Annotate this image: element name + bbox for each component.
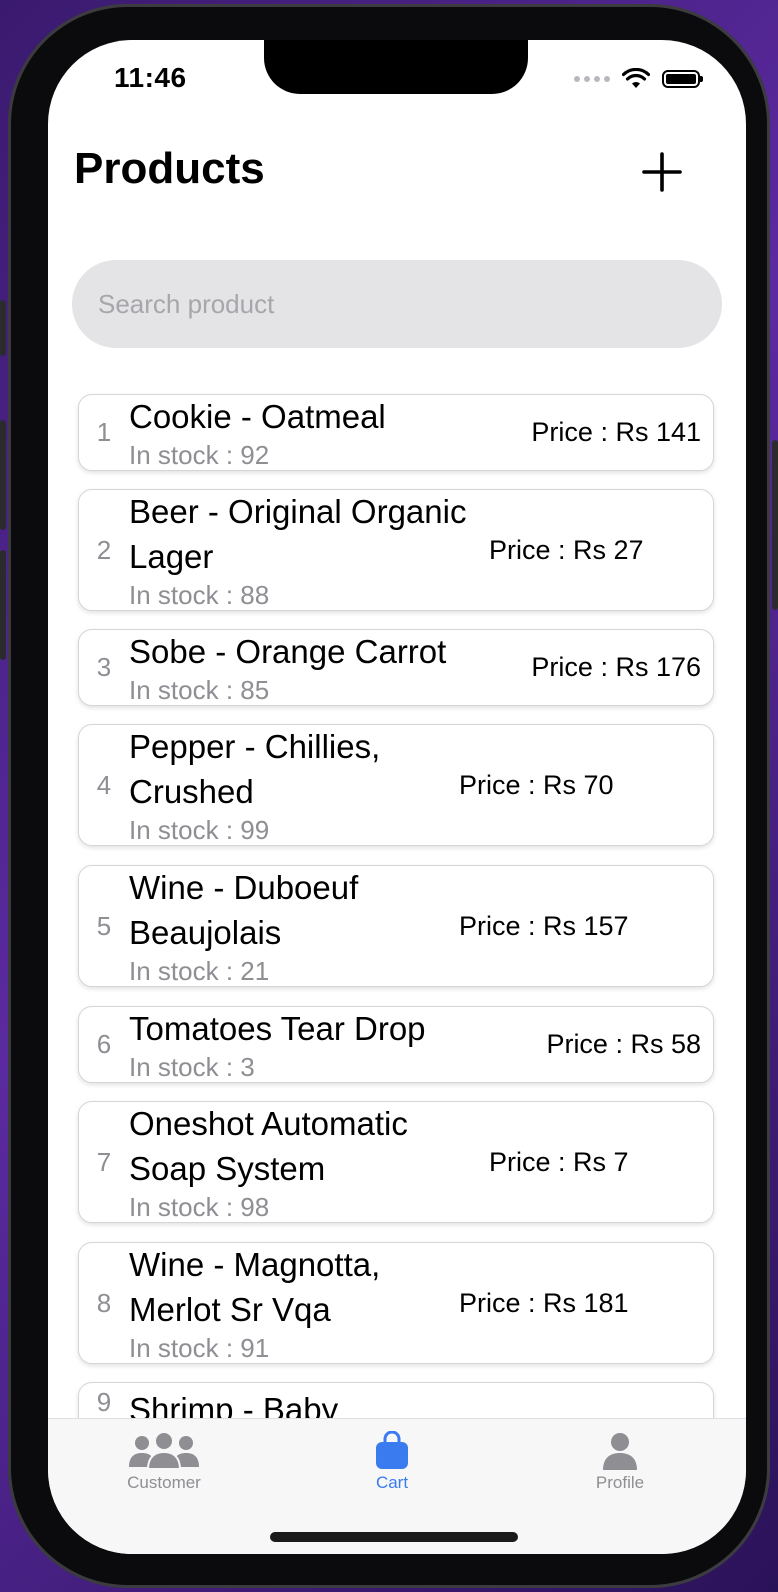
product-price: Price : Rs 141 — [531, 417, 701, 447]
product-price: Price : Rs 70 — [459, 769, 614, 800]
product-index: 6 — [96, 1029, 112, 1059]
cellular-signal-icon — [574, 76, 610, 82]
product-name: Sobe - Orange Carrot — [129, 633, 447, 670]
product-index: 9 — [96, 1387, 112, 1417]
status-icons — [574, 68, 703, 90]
status-time: 11:46 — [114, 62, 187, 93]
search-field[interactable] — [72, 260, 722, 348]
app-screen: 11:46 Products 1 Cooki — [48, 40, 746, 1554]
product-info: Oneshot Automatic Soap System In stock :… — [129, 1101, 489, 1223]
search-input[interactable] — [72, 260, 722, 348]
product-info: Beer - Original Organic Lager In stock :… — [129, 489, 489, 611]
product-price: Price : Rs 181 — [459, 1287, 629, 1318]
home-indicator[interactable] — [270, 1532, 518, 1542]
plus-icon — [642, 152, 682, 192]
notch — [264, 40, 528, 94]
bag-icon — [376, 1431, 408, 1469]
product-stock: In stock : 98 — [129, 1192, 270, 1222]
product-name: Wine - Magnotta, Merlot Sr Vqa — [129, 1246, 381, 1328]
add-product-button[interactable] — [636, 146, 688, 198]
product-name: Tomatoes Tear Drop — [129, 1010, 426, 1047]
product-stock: In stock : 91 — [129, 1333, 270, 1363]
tab-label: Cart — [375, 1473, 409, 1492]
side-button — [0, 300, 6, 356]
product-index: 1 — [96, 417, 112, 447]
product-info: Tomatoes Tear Drop In stock : 3 — [129, 1006, 546, 1083]
page-title: Products — [74, 144, 265, 193]
product-stock: In stock : 99 — [129, 815, 270, 845]
product-card[interactable]: 2 Beer - Original Organic Lager In stock… — [78, 489, 714, 611]
side-button — [0, 550, 6, 660]
product-price: Price : Rs 7 — [489, 1146, 629, 1177]
product-card[interactable]: 3 Sobe - Orange Carrot In stock : 85 Pri… — [78, 629, 714, 706]
product-index: 2 — [96, 534, 112, 565]
product-name: Cookie - Oatmeal — [129, 398, 386, 435]
person-icon — [603, 1433, 637, 1470]
product-name: Oneshot Automatic Soap System — [129, 1105, 408, 1187]
product-index: 4 — [96, 769, 112, 800]
product-index: 8 — [96, 1287, 112, 1318]
product-stock: In stock : 92 — [129, 440, 270, 470]
product-info: Pepper - Chillies, Crushed In stock : 99 — [129, 724, 459, 846]
product-card[interactable]: 7 Oneshot Automatic Soap System In stock… — [78, 1101, 714, 1223]
tab-profile[interactable]: Profile — [550, 1431, 690, 1493]
tab-label: Profile — [595, 1473, 645, 1492]
product-stock: In stock : 3 — [129, 1052, 255, 1082]
product-name: Pepper - Chillies, Crushed — [129, 728, 381, 810]
side-button — [0, 420, 6, 530]
product-price: Price : Rs 176 — [531, 652, 701, 682]
side-button — [772, 440, 778, 610]
people-icon — [129, 1431, 199, 1470]
product-price: Price : Rs 157 — [459, 910, 629, 941]
product-info: Wine - Duboeuf Beaujolais In stock : 21 — [129, 865, 459, 987]
product-info: Sobe - Orange Carrot In stock : 85 — [129, 629, 531, 706]
product-card[interactable]: 8 Wine - Magnotta, Merlot Sr Vqa In stoc… — [78, 1242, 714, 1364]
product-stock: In stock : 21 — [129, 956, 270, 986]
product-info: Cookie - Oatmeal In stock : 92 — [129, 394, 531, 471]
product-stock: In stock : 88 — [129, 580, 270, 610]
product-card[interactable]: 6 Tomatoes Tear Drop In stock : 3 Price … — [78, 1006, 714, 1083]
product-card[interactable]: 4 Pepper - Chillies, Crushed In stock : … — [78, 724, 714, 846]
product-index: 5 — [96, 910, 112, 941]
product-card[interactable]: 5 Wine - Duboeuf Beaujolais In stock : 2… — [78, 865, 714, 987]
tab-cart[interactable]: Cart — [322, 1431, 462, 1493]
phone-frame: 11:46 Products 1 Cooki — [8, 4, 770, 1588]
product-stock: In stock : 85 — [129, 675, 270, 705]
product-card[interactable]: 1 Cookie - Oatmeal In stock : 92 Price :… — [78, 394, 714, 471]
product-name: Beer - Original Organic Lager — [129, 493, 467, 575]
tab-label: Customer — [127, 1473, 201, 1492]
product-index: 3 — [96, 652, 112, 682]
product-info: Wine - Magnotta, Merlot Sr Vqa In stock … — [129, 1242, 459, 1364]
wifi-icon — [622, 68, 650, 88]
product-index: 7 — [96, 1146, 112, 1177]
tab-customer[interactable]: Customer — [94, 1431, 234, 1493]
product-price: Price : Rs 27 — [489, 534, 644, 565]
battery-icon — [662, 70, 703, 88]
product-price: Price : Rs 58 — [546, 1029, 701, 1059]
product-name: Wine - Duboeuf Beaujolais — [129, 869, 359, 951]
